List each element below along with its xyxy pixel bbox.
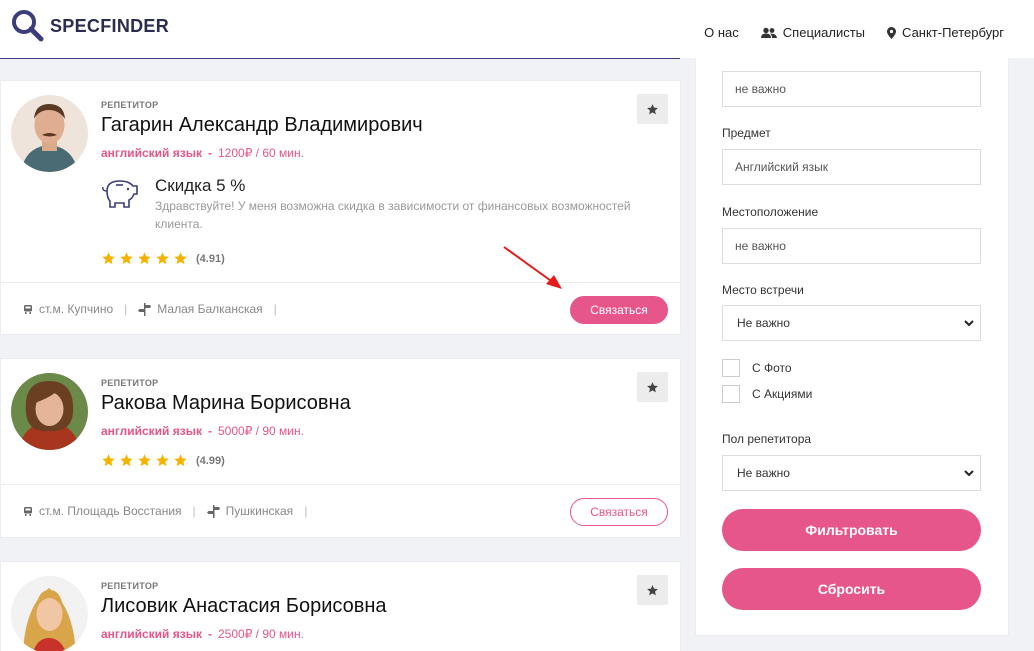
- street-label: Пушкинская: [225, 504, 294, 518]
- gender-label: Пол репетитора: [722, 432, 812, 446]
- gender-select-value: Не важно: [737, 466, 790, 480]
- star-icon: [138, 252, 151, 265]
- subject-input[interactable]: Английский язык: [722, 149, 981, 185]
- star-icon: [120, 252, 133, 265]
- promo-title: Скидка 5 %: [155, 176, 246, 195]
- subject-label: Предмет: [722, 126, 771, 140]
- star-icon: [102, 252, 115, 265]
- card-subject-line: английский язык -5000₽ / 90 мин.: [101, 424, 304, 438]
- card-price: 2500₽ / 90 мин.: [218, 627, 304, 641]
- separator: |: [304, 504, 308, 518]
- specialist-card: репетитор Ракова Марина Борисовна англий…: [0, 358, 681, 538]
- main-nav: О нас Специалисты Санкт-Петербург: [682, 25, 1004, 40]
- separator: |: [273, 302, 277, 316]
- gender-select[interactable]: Не важно: [722, 455, 981, 491]
- checkbox-box[interactable]: [722, 359, 740, 377]
- star-icon: [138, 454, 151, 467]
- card-name[interactable]: Лисовик Анастасия Борисовна: [101, 595, 387, 618]
- map-pin-icon: [887, 26, 897, 39]
- card-name[interactable]: Ракова Марина Борисовна: [101, 392, 351, 415]
- nav-specialists[interactable]: Специалисты: [760, 25, 866, 40]
- rating-stars: (4.91): [101, 251, 225, 266]
- nav-specialists-label: Специалисты: [782, 25, 866, 40]
- card-subject: английский язык: [101, 627, 202, 641]
- star-icon: [156, 454, 169, 467]
- site-header: SPECFINDER О нас Специалисты Санкт-Петер…: [0, 0, 1034, 58]
- rating-value: (4.91): [196, 252, 225, 265]
- street-label: Малая Балканская: [157, 302, 263, 316]
- promo-checkbox[interactable]: С Акциями: [722, 385, 812, 403]
- meeting-select[interactable]: Не важно: [722, 305, 981, 341]
- rating-value: (4.99): [196, 454, 225, 467]
- signpost-icon: [138, 302, 152, 316]
- specialist-card: репетитор Лисовик Анастасия Борисовна ан…: [0, 561, 681, 651]
- star-icon: [647, 103, 658, 114]
- star-icon: [156, 252, 169, 265]
- promo-checkbox-label: С Акциями: [752, 387, 813, 401]
- users-icon: [760, 27, 777, 38]
- piggy-bank-icon: [102, 180, 138, 208]
- favorite-button[interactable]: [637, 575, 668, 605]
- card-price: 1200₽ / 60 мин.: [218, 146, 304, 160]
- card-name[interactable]: Гагарин Александр Владимирович: [101, 114, 423, 137]
- card-role: репетитор: [101, 100, 159, 110]
- avatar[interactable]: [11, 95, 88, 172]
- card-location: ст.м. Площадь Восстания | Пушкинская |: [23, 504, 318, 518]
- signpost-icon: [206, 504, 220, 518]
- meeting-label: Место встречи: [722, 283, 804, 297]
- reset-button[interactable]: Сбросить: [722, 568, 981, 610]
- star-icon: [102, 454, 115, 467]
- red-arrow-annotation: [503, 246, 562, 289]
- separator: |: [124, 302, 128, 316]
- nav-city-label: Санкт-Петербург: [902, 25, 1004, 40]
- photo-checkbox-label: С Фото: [752, 361, 792, 375]
- card-divider: [1, 484, 680, 485]
- favorite-button[interactable]: [637, 94, 668, 124]
- card-subject: английский язык: [101, 146, 202, 160]
- avatar[interactable]: [11, 576, 88, 651]
- star-icon: [120, 454, 133, 467]
- card-subject-line: английский язык -2500₽ / 90 мин.: [101, 627, 304, 641]
- metro-label: ст.м. Купчино: [39, 302, 114, 316]
- metro-icon: [24, 507, 32, 516]
- card-subject: английский язык: [101, 424, 202, 438]
- checkbox-box[interactable]: [722, 385, 740, 403]
- card-role: репетитор: [101, 378, 159, 388]
- card-role: репетитор: [101, 581, 159, 591]
- nav-about-label: О нас: [704, 25, 739, 40]
- filter-top-input[interactable]: не важно: [722, 71, 981, 107]
- card-location: ст.м. Купчино | Малая Балканская |: [23, 302, 288, 316]
- filter-sidebar: не важно Предмет Английский язык Местопо…: [695, 40, 1009, 636]
- card-divider: [1, 282, 680, 283]
- metro-label: ст.м. Площадь Восстания: [39, 504, 182, 518]
- star-icon: [647, 381, 658, 392]
- star-icon: [174, 454, 187, 467]
- logo-text: SPECFINDER: [50, 15, 170, 36]
- specialist-card: репетитор Гагарин Александр Владимирович…: [0, 80, 681, 335]
- logo[interactable]: SPECFINDER: [10, 8, 169, 44]
- meeting-select-value: Не важно: [737, 316, 790, 330]
- card-subject-line: английский язык -1200₽ / 60 мин.: [101, 146, 304, 160]
- search-logo-icon: [12, 10, 44, 42]
- separator: |: [192, 504, 196, 518]
- contact-button[interactable]: Связаться: [570, 296, 668, 324]
- avatar[interactable]: [11, 373, 88, 450]
- promo-text: Здравствуйте! У меня возможна скидка в з…: [155, 199, 631, 231]
- location-label: Местоположение: [722, 205, 819, 219]
- nav-about[interactable]: О нас: [704, 25, 739, 40]
- location-input[interactable]: не важно: [722, 228, 981, 264]
- rating-stars: (4.99): [101, 453, 225, 468]
- chevron-down-icon: [964, 470, 974, 477]
- filter-button[interactable]: Фильтровать: [722, 509, 981, 551]
- nav-city[interactable]: Санкт-Петербург: [887, 25, 1004, 40]
- contact-button[interactable]: Связаться: [570, 498, 668, 526]
- star-icon: [647, 584, 658, 595]
- chevron-down-icon: [964, 320, 974, 327]
- favorite-button[interactable]: [637, 372, 668, 402]
- star-icon: [174, 252, 187, 265]
- metro-icon: [24, 305, 32, 314]
- card-price: 5000₽ / 90 мин.: [218, 424, 304, 438]
- photo-checkbox[interactable]: С Фото: [722, 359, 792, 377]
